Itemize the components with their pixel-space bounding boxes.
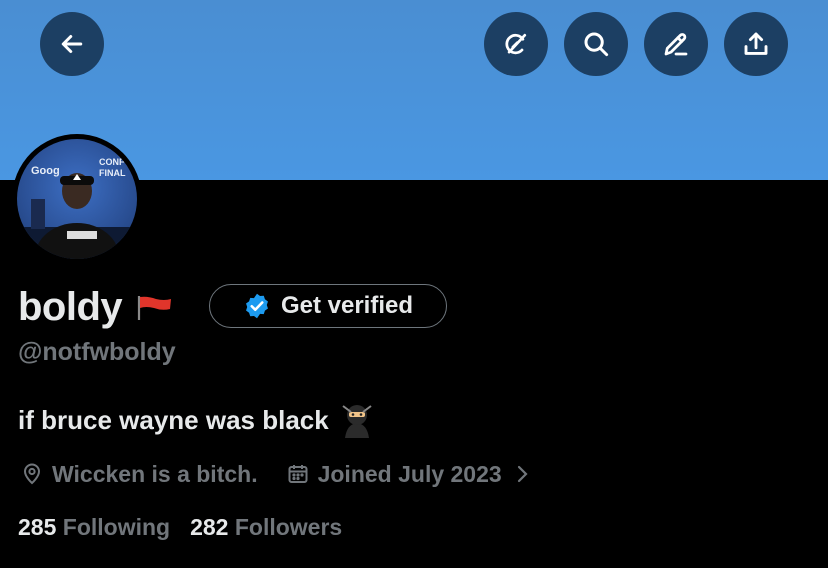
grok-button[interactable] xyxy=(484,12,548,76)
location-item: Wiccken is a bitch. xyxy=(20,461,258,488)
back-button[interactable] xyxy=(40,12,104,76)
display-name: boldy xyxy=(18,284,123,329)
name-row: boldy xyxy=(18,284,174,330)
red-flag-icon xyxy=(138,296,172,320)
bio: if bruce wayne was black xyxy=(18,402,375,438)
avatar-ring[interactable]: Goog CONF FINAL xyxy=(12,134,142,264)
get-verified-button[interactable]: Get verified xyxy=(209,284,447,328)
edit-icon xyxy=(664,33,688,56)
followers-count: 282 xyxy=(190,514,229,540)
following-link[interactable]: 285 Following xyxy=(18,514,170,541)
joined-item[interactable]: Joined July 2023 xyxy=(286,461,534,488)
calendar-icon xyxy=(288,465,308,483)
followers-label: Followers xyxy=(234,514,343,540)
chevron-right-icon xyxy=(517,465,528,483)
followers-link[interactable]: 282 Followers xyxy=(190,514,342,541)
search-icon xyxy=(584,32,609,57)
ninja-emoji-icon xyxy=(342,405,372,438)
bio-text: if bruce wayne was black xyxy=(18,404,329,435)
following-label: Following xyxy=(62,514,171,540)
search-button[interactable] xyxy=(564,12,628,76)
avatar-figure xyxy=(17,173,137,259)
share-button[interactable] xyxy=(724,12,788,76)
location-text: Wiccken is a bitch. xyxy=(52,460,258,487)
following-count: 285 xyxy=(18,514,57,540)
avatar[interactable]: Goog CONF FINAL xyxy=(17,139,137,259)
location-pin-icon xyxy=(23,463,41,485)
arrow-left-icon xyxy=(61,35,83,53)
follow-stats: 285 Following 282 Followers xyxy=(18,514,342,541)
profile-meta: Wiccken is a bitch. Joined July 2023 xyxy=(20,458,534,490)
get-verified-label: Get verified xyxy=(280,292,414,319)
share-icon xyxy=(744,32,768,55)
grok-icon xyxy=(505,33,527,55)
edit-button[interactable] xyxy=(644,12,708,76)
joined-text: Joined July 2023 xyxy=(317,460,502,487)
verified-badge-icon xyxy=(246,293,268,319)
handle: @notfwboldy xyxy=(18,338,176,366)
